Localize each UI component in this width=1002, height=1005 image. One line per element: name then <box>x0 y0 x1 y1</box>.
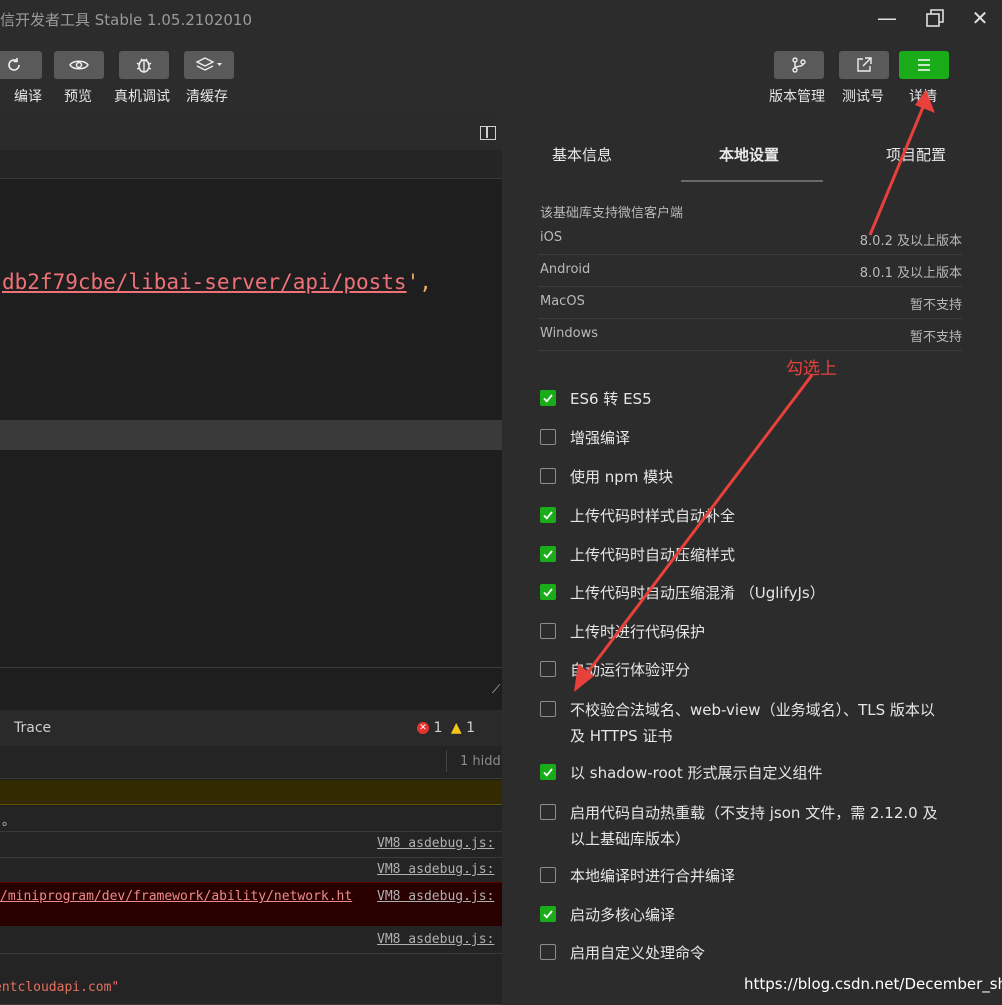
arrow-to-details <box>868 90 935 236</box>
annotation-arrows <box>574 90 935 692</box>
watermark: https://blog.csdn.net/December_shi <box>744 975 1002 993</box>
arrow-to-checkbox <box>574 374 814 692</box>
